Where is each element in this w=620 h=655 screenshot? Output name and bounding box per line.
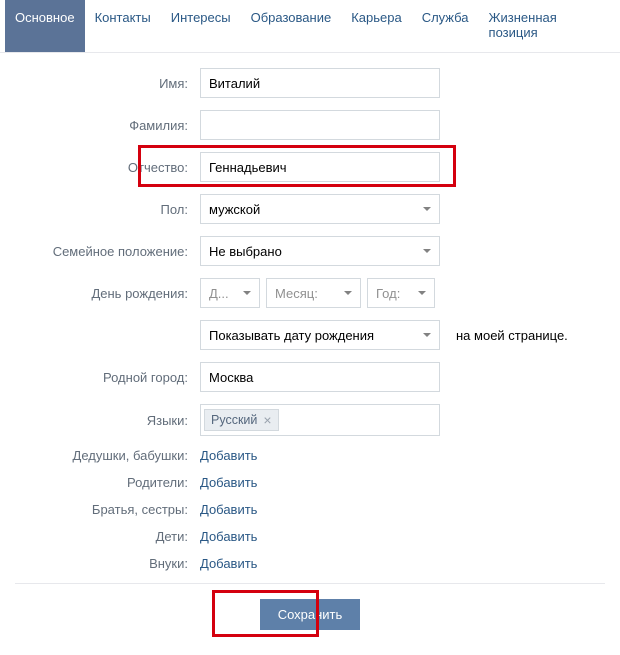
tab-5[interactable]: Служба	[412, 0, 479, 52]
marital-value: Не выбрано	[209, 244, 282, 259]
tab-0[interactable]: Основное	[5, 0, 85, 52]
add-siblings-link[interactable]: Добавить	[200, 502, 257, 517]
label-siblings: Братья, сестры:	[15, 502, 200, 517]
chevron-down-icon	[423, 249, 431, 253]
chevron-down-icon	[423, 333, 431, 337]
language-tag[interactable]: Русский ×	[204, 409, 279, 431]
close-icon[interactable]: ×	[263, 413, 271, 427]
label-birthday: День рождения:	[15, 286, 200, 301]
profile-form: Имя: Фамилия: Отчество: Пол: мужской Сем…	[0, 53, 620, 655]
label-hometown: Родной город:	[15, 370, 200, 385]
label-marital: Семейное положение:	[15, 244, 200, 259]
gender-value: мужской	[209, 202, 260, 217]
language-tag-label: Русский	[211, 413, 257, 427]
bday-day-select[interactable]: Д...	[200, 278, 260, 308]
chevron-down-icon	[344, 291, 352, 295]
label-grandchildren: Внуки:	[15, 556, 200, 571]
label-grandparents: Дедушки, бабушки:	[15, 448, 200, 463]
add-children-link[interactable]: Добавить	[200, 529, 257, 544]
tab-3[interactable]: Образование	[241, 0, 342, 52]
tab-6[interactable]: Жизненная позиция	[479, 0, 615, 52]
marital-select[interactable]: Не выбрано	[200, 236, 440, 266]
add-grandparents-link[interactable]: Добавить	[200, 448, 257, 463]
tab-2[interactable]: Интересы	[161, 0, 241, 52]
tabs: ОсновноеКонтактыИнтересыОбразованиеКарье…	[0, 0, 620, 53]
label-languages: Языки:	[15, 413, 200, 428]
chevron-down-icon	[423, 207, 431, 211]
show-bday-after: на моей странице.	[456, 328, 568, 343]
bday-year-value: Год:	[376, 286, 400, 301]
bday-month-select[interactable]: Месяц:	[266, 278, 361, 308]
label-patronymic: Отчество:	[15, 160, 200, 175]
show-bday-select[interactable]: Показывать дату рождения	[200, 320, 440, 350]
patronymic-input[interactable]	[200, 152, 440, 182]
hometown-input[interactable]	[200, 362, 440, 392]
label-gender: Пол:	[15, 202, 200, 217]
label-name: Имя:	[15, 76, 200, 91]
add-grandchildren-link[interactable]: Добавить	[200, 556, 257, 571]
label-children: Дети:	[15, 529, 200, 544]
add-parents-link[interactable]: Добавить	[200, 475, 257, 490]
show-bday-value: Показывать дату рождения	[209, 328, 374, 343]
languages-tagbox[interactable]: Русский ×	[200, 404, 440, 436]
gender-select[interactable]: мужской	[200, 194, 440, 224]
tab-1[interactable]: Контакты	[85, 0, 161, 52]
tab-4[interactable]: Карьера	[341, 0, 412, 52]
label-parents: Родители:	[15, 475, 200, 490]
bday-month-value: Месяц:	[275, 286, 318, 301]
bday-year-select[interactable]: Год:	[367, 278, 435, 308]
bday-day-value: Д...	[209, 286, 229, 301]
name-input[interactable]	[200, 68, 440, 98]
label-surname: Фамилия:	[15, 118, 200, 133]
chevron-down-icon	[243, 291, 251, 295]
chevron-down-icon	[418, 291, 426, 295]
surname-input[interactable]	[200, 110, 440, 140]
